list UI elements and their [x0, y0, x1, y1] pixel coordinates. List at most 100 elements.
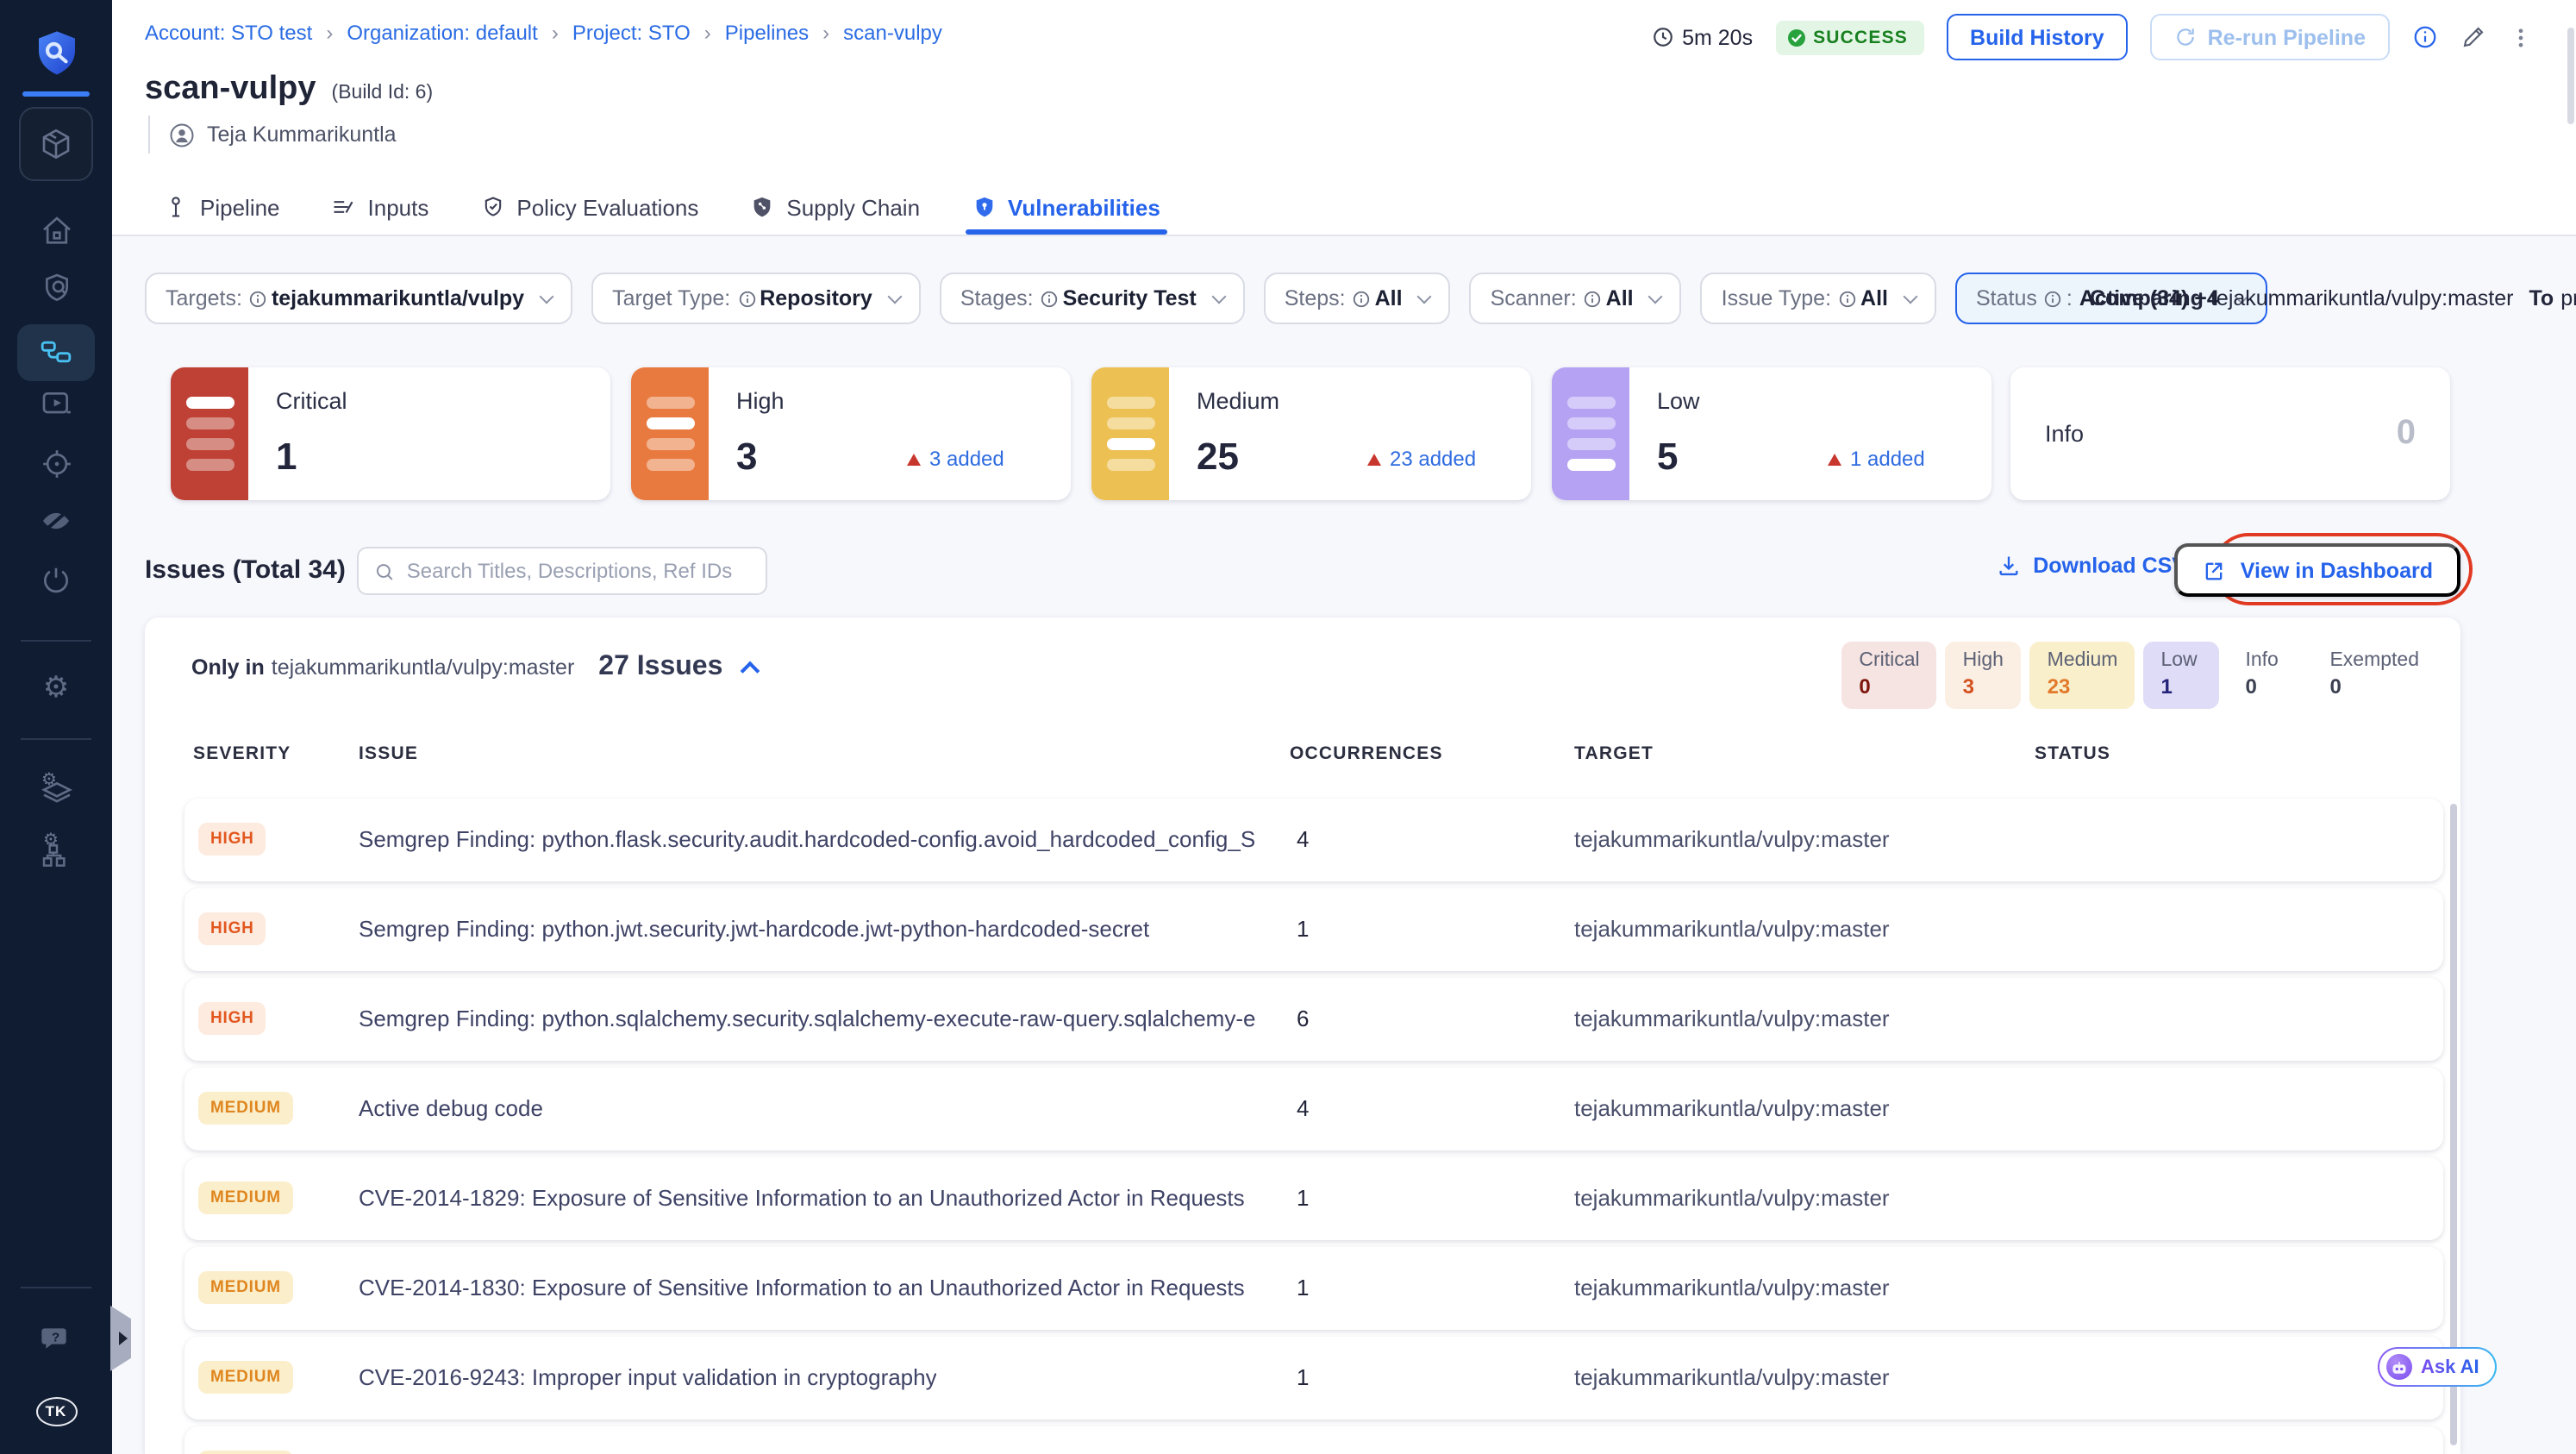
issue-occurrences: 4 — [1297, 826, 1310, 852]
severity-chip[interactable]: Medium 23 — [2029, 642, 2135, 709]
collapse-chevron-up-icon[interactable] — [741, 661, 760, 681]
download-csv-button[interactable]: Download CSV — [1997, 554, 2186, 578]
user-avatar[interactable]: TK — [0, 1390, 112, 1432]
table-row[interactable]: MEDIUM CVE-2016-9243: Improper input val… — [184, 1337, 2443, 1420]
rerun-pipeline-button[interactable]: Re-run Pipeline — [2150, 14, 2390, 60]
sidebar-hidden-issues-icon[interactable] — [0, 500, 112, 542]
tab-inputs[interactable]: Inputs — [332, 179, 428, 235]
breadcrumb-link[interactable]: Pipelines — [725, 21, 809, 45]
issue-title: CVE-2014-1829: Exposure of Sensitive Inf… — [359, 1185, 1245, 1211]
severity-chip[interactable]: Info 0 — [2228, 642, 2304, 709]
info-icon — [249, 289, 268, 308]
issues-table-body: HIGH Semgrep Finding: python.flask.secur… — [184, 799, 2443, 1454]
issue-target: tejakummarikuntla/vulpy:master — [1574, 1364, 1890, 1390]
triangle-up-icon — [907, 453, 921, 465]
chevron-down-icon — [887, 288, 903, 304]
severity-badge: HIGH — [198, 823, 266, 855]
severity-card-added: 3 added — [907, 447, 1004, 471]
pipeline-info-icon[interactable] — [2412, 24, 2438, 50]
sidebar-exemptions-icon[interactable] — [0, 559, 112, 600]
issues-panel: Only in tejakummarikuntla/vulpy:master 2… — [145, 617, 2460, 1454]
severity-card-added: 23 added — [1367, 447, 1476, 471]
filter-dropdown[interactable]: Issue Type: : All — [1700, 273, 1936, 324]
severity-card-bar — [171, 367, 248, 500]
breadcrumb: Account: STO test › Organization: defaul… — [145, 21, 942, 45]
ask-ai-button[interactable]: Ask AI — [2378, 1347, 2497, 1387]
info-icon — [2044, 289, 2063, 308]
breadcrumb-separator: › — [703, 21, 711, 45]
severity-chip[interactable]: Critical 0 — [1841, 642, 1937, 709]
severity-card-label: Medium — [1197, 388, 1280, 414]
triangle-up-icon — [1367, 453, 1381, 465]
module-selector-button[interactable] — [19, 107, 93, 181]
breadcrumb-separator: › — [551, 21, 559, 45]
tab-supply-chain[interactable]: Supply Chain — [750, 179, 920, 235]
issue-title: Semgrep Finding: python.sqlalchemy.secur… — [359, 1006, 1255, 1031]
sidebar-home-icon[interactable] — [0, 210, 112, 252]
table-row[interactable]: MEDIUM CVE-2014-1829: Exposure of Sensit… — [184, 1157, 2443, 1240]
build-id: (Build Id: 6) — [331, 83, 434, 103]
left-sidebar: ⚙ ⚙ ⚙ ? TK — [0, 0, 112, 1454]
view-in-dashboard-button[interactable]: View in Dashboard — [2174, 543, 2460, 597]
table-row[interactable]: HIGH Semgrep Finding: python.sqlalchemy.… — [184, 978, 2443, 1061]
more-options-kebab-icon[interactable] — [2509, 23, 2533, 51]
sidebar-settings-icon[interactable]: ⚙ — [0, 669, 112, 707]
external-link-icon — [2206, 561, 2223, 580]
sidebar-scans-icon[interactable] — [0, 267, 112, 309]
sidebar-divider — [21, 640, 91, 642]
filter-dropdown[interactable]: Targets: : tejakummarikuntla/vulpy — [145, 273, 573, 324]
sidebar-executions-icon[interactable] — [0, 383, 112, 424]
severity-badge: HIGH — [198, 912, 266, 945]
table-row[interactable]: HIGH Semgrep Finding: python.jwt.securit… — [184, 888, 2443, 971]
sidebar-pipelines-icon[interactable] — [0, 331, 112, 373]
severity-chip[interactable]: Exempted 0 — [2312, 642, 2436, 709]
issue-target: tejakummarikuntla/vulpy:master — [1574, 1185, 1890, 1211]
tab-policy-evaluations[interactable]: Policy Evaluations — [480, 179, 698, 235]
tab-pipeline[interactable]: Pipeline — [164, 179, 280, 235]
sidebar-default-settings-icon[interactable]: ⚙ — [0, 772, 112, 814]
severity-card-bar — [1552, 367, 1629, 500]
filter-dropdown[interactable]: Steps: : All — [1263, 273, 1451, 324]
issue-target: tejakummarikuntla/vulpy:master — [1574, 826, 1890, 852]
sidebar-targets-icon[interactable] — [0, 443, 112, 485]
severity-card-count: 3 — [736, 435, 758, 478]
filter-dropdown[interactable]: Target Type: : Repository — [591, 273, 921, 324]
help-chat-icon[interactable]: ? — [0, 1318, 112, 1359]
robot-icon — [2386, 1354, 2412, 1380]
severity-chip[interactable]: High 3 — [1945, 642, 2022, 709]
user-icon — [170, 122, 194, 147]
info-icon — [1838, 289, 1857, 308]
breadcrumb-link[interactable]: Project: STO — [572, 21, 691, 45]
page-scrollbar[interactable] — [2567, 28, 2573, 124]
policy-evaluations-tab-icon — [485, 197, 501, 216]
edit-pipeline-icon[interactable] — [2460, 24, 2486, 50]
issue-occurrences: 6 — [1297, 1006, 1310, 1031]
breadcrumb-link[interactable]: scan-vulpy — [843, 21, 942, 45]
breadcrumb-link[interactable]: Organization: default — [347, 21, 538, 45]
search-input[interactable] — [406, 559, 750, 583]
severity-card-label: Critical — [276, 388, 347, 414]
refresh-icon — [2177, 28, 2195, 46]
filter-dropdown[interactable]: Stages: : Security Test — [939, 273, 1245, 324]
severity-badge: MEDIUM — [198, 1181, 293, 1214]
sto-logo-icon[interactable] — [0, 24, 112, 83]
severity-badge: MEDIUM — [198, 1451, 293, 1454]
table-row[interactable]: MEDIUM — [184, 1426, 2443, 1454]
issue-target: tejakummarikuntla/vulpy:master — [1574, 1006, 1890, 1031]
issue-title: Active debug code — [359, 1095, 543, 1121]
issue-target: tejakummarikuntla/vulpy:master — [1574, 916, 1890, 942]
arrow-right-icon — [118, 1332, 127, 1345]
table-row[interactable]: MEDIUM Active debug code 4 tejakummariku… — [184, 1068, 2443, 1150]
severity-chip[interactable]: Low 1 — [2143, 642, 2220, 709]
table-row[interactable]: MEDIUM CVE-2014-1830: Exposure of Sensit… — [184, 1247, 2443, 1330]
build-history-button[interactable]: Build History — [1946, 14, 2129, 60]
table-row[interactable]: HIGH Semgrep Finding: python.flask.secur… — [184, 799, 2443, 881]
filter-dropdown[interactable]: Scanner: : All — [1469, 273, 1682, 324]
sidebar-governance-icon[interactable]: ⚙ — [0, 832, 112, 876]
severity-cards-row: Critical 1 High 3 3 added Medium 25 23 a… — [171, 367, 1991, 500]
breadcrumb-link[interactable]: Account: STO test — [145, 21, 312, 45]
severity-card-bar — [1091, 367, 1169, 500]
sidebar-divider — [21, 1287, 91, 1288]
tab-vulnerabilities[interactable]: Vulnerabilities — [965, 179, 1168, 235]
info-card: Info 0 — [2010, 367, 2450, 500]
